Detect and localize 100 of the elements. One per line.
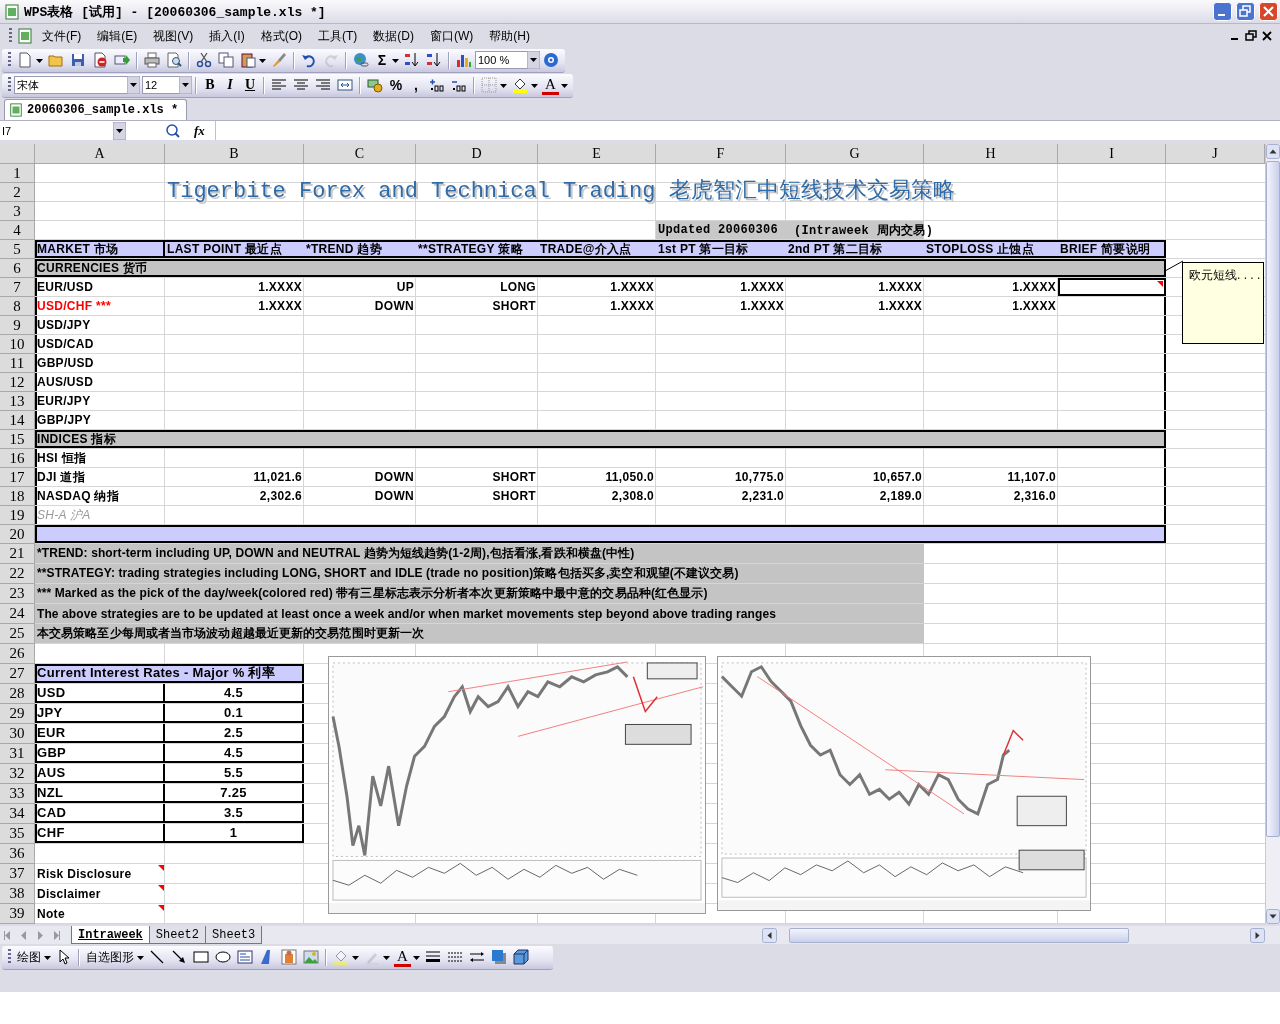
zoom-field[interactable]: 100 % xyxy=(475,51,527,69)
link-text[interactable]: Note xyxy=(37,906,65,921)
new-file-icon[interactable] xyxy=(17,52,33,68)
row-header[interactable]: 20 xyxy=(0,525,35,544)
link-text[interactable]: Risk Disclosure xyxy=(37,866,132,881)
scroll-up-icon[interactable] xyxy=(1266,144,1280,159)
3d-icon[interactable] xyxy=(512,949,529,965)
row-header[interactable]: 26 xyxy=(0,644,35,664)
percent-button[interactable]: % xyxy=(386,75,406,95)
dropdown-icon[interactable] xyxy=(127,76,140,94)
row-header[interactable]: 25 xyxy=(0,624,35,644)
row-header[interactable]: 5 xyxy=(0,240,35,259)
menu-item[interactable]: 编辑(E) xyxy=(90,25,145,47)
row-header[interactable]: 11 xyxy=(0,354,35,373)
row-header[interactable]: 2 xyxy=(0,183,35,202)
row-header[interactable]: 12 xyxy=(0,373,35,392)
column-header[interactable]: J xyxy=(1166,144,1265,164)
line-icon[interactable] xyxy=(149,949,165,965)
row-header[interactable]: 14 xyxy=(0,411,35,430)
row-header[interactable]: 7 xyxy=(0,278,35,297)
row-header[interactable]: 39 xyxy=(0,904,35,924)
row-header[interactable]: 23 xyxy=(0,584,35,604)
column-header[interactable]: E xyxy=(538,144,656,164)
column-header[interactable]: G xyxy=(786,144,924,164)
text-box-icon[interactable] xyxy=(237,949,253,965)
arrow-icon[interactable] xyxy=(171,949,187,965)
row-header[interactable]: 21 xyxy=(0,544,35,564)
menu-item[interactable]: 格式(O) xyxy=(253,25,309,47)
row-header[interactable]: 17 xyxy=(0,468,35,487)
clip-art-icon[interactable] xyxy=(281,949,297,965)
fill-color-icon[interactable] xyxy=(333,949,349,965)
font-size-field[interactable]: 12 xyxy=(142,76,179,94)
print-preview-icon[interactable] xyxy=(166,52,182,68)
close-file-icon[interactable] xyxy=(92,52,108,68)
row-header[interactable]: 13 xyxy=(0,392,35,411)
selected-cell[interactable] xyxy=(1058,278,1166,296)
scroll-down-icon[interactable] xyxy=(1266,909,1280,924)
row-header[interactable]: 8 xyxy=(0,297,35,316)
menu-item[interactable]: 插入(I) xyxy=(202,25,252,47)
oval-icon[interactable] xyxy=(215,949,231,965)
row-header[interactable]: 34 xyxy=(0,804,35,824)
restore-button[interactable] xyxy=(1236,2,1255,21)
column-header[interactable]: D xyxy=(416,144,538,164)
underline-button[interactable]: U xyxy=(240,75,260,95)
increase-decimal-icon[interactable] xyxy=(429,77,445,93)
dropdown-icon[interactable] xyxy=(113,121,126,140)
paste-icon[interactable] xyxy=(240,52,256,68)
font-color-button[interactable]: A xyxy=(542,75,559,95)
row-header[interactable]: 16 xyxy=(0,449,35,468)
row-header[interactable]: 38 xyxy=(0,884,35,904)
row-header[interactable]: 27 xyxy=(0,664,35,684)
row-header[interactable]: 3 xyxy=(0,202,35,221)
save-icon[interactable] xyxy=(70,52,86,68)
function-button[interactable]: fx xyxy=(190,122,209,139)
menu-item[interactable]: 帮助(H) xyxy=(482,25,537,47)
vertical-scrollbar[interactable] xyxy=(1265,144,1280,924)
font-color-button[interactable]: A xyxy=(394,947,411,967)
dash-style-icon[interactable] xyxy=(446,949,463,965)
format-painter-icon[interactable] xyxy=(271,52,287,68)
row-header[interactable]: 15 xyxy=(0,430,35,449)
row-header[interactable]: 32 xyxy=(0,764,35,784)
autoshapes-button[interactable]: 自选图形 xyxy=(83,947,137,967)
merge-cells-icon[interactable] xyxy=(337,77,353,93)
italic-button[interactable]: I xyxy=(220,75,240,95)
scroll-thumb[interactable] xyxy=(789,927,1129,943)
row-header[interactable]: 31 xyxy=(0,744,35,764)
row-header[interactable]: 6 xyxy=(0,259,35,278)
hyperlink-icon[interactable] xyxy=(353,52,369,68)
close-button[interactable] xyxy=(1259,2,1278,21)
dropdown-icon[interactable] xyxy=(179,76,192,94)
row-header[interactable]: 24 xyxy=(0,604,35,624)
row-header[interactable]: 22 xyxy=(0,564,35,584)
row-header[interactable]: 37 xyxy=(0,864,35,884)
formula-search-icon[interactable] xyxy=(165,122,181,139)
column-header[interactable]: I xyxy=(1058,144,1166,164)
undo-icon[interactable] xyxy=(301,52,317,68)
menu-item[interactable]: 视图(V) xyxy=(146,25,201,47)
chart-icon[interactable] xyxy=(456,52,472,68)
sheet-tab[interactable]: Sheet3 xyxy=(205,926,263,944)
row-header[interactable]: 9 xyxy=(0,316,35,335)
toolbar-handle[interactable] xyxy=(8,77,11,93)
row-header[interactable]: 1 xyxy=(0,164,35,183)
menu-item[interactable]: 数据(D) xyxy=(366,25,421,47)
rectangle-icon[interactable] xyxy=(193,949,209,965)
link-text[interactable]: Disclaimer xyxy=(37,886,101,901)
toolbar-handle[interactable] xyxy=(9,28,12,44)
scroll-left-icon[interactable] xyxy=(762,927,777,943)
sort-ascending-icon[interactable] xyxy=(404,52,420,68)
row-header[interactable]: 28 xyxy=(0,684,35,704)
image-icon[interactable] xyxy=(303,949,319,965)
menu-item[interactable]: 文件(F) xyxy=(35,25,89,47)
row-header[interactable]: 30 xyxy=(0,724,35,744)
column-header[interactable]: C xyxy=(304,144,416,164)
row-header[interactable]: 35 xyxy=(0,824,35,844)
row-header[interactable]: 36 xyxy=(0,844,35,864)
pointer-icon[interactable] xyxy=(56,949,72,965)
row-header[interactable]: 4 xyxy=(0,221,35,240)
sheet-tab[interactable]: Sheet2 xyxy=(148,926,207,944)
column-header[interactable]: H xyxy=(924,144,1058,164)
row-header[interactable]: 29 xyxy=(0,704,35,724)
